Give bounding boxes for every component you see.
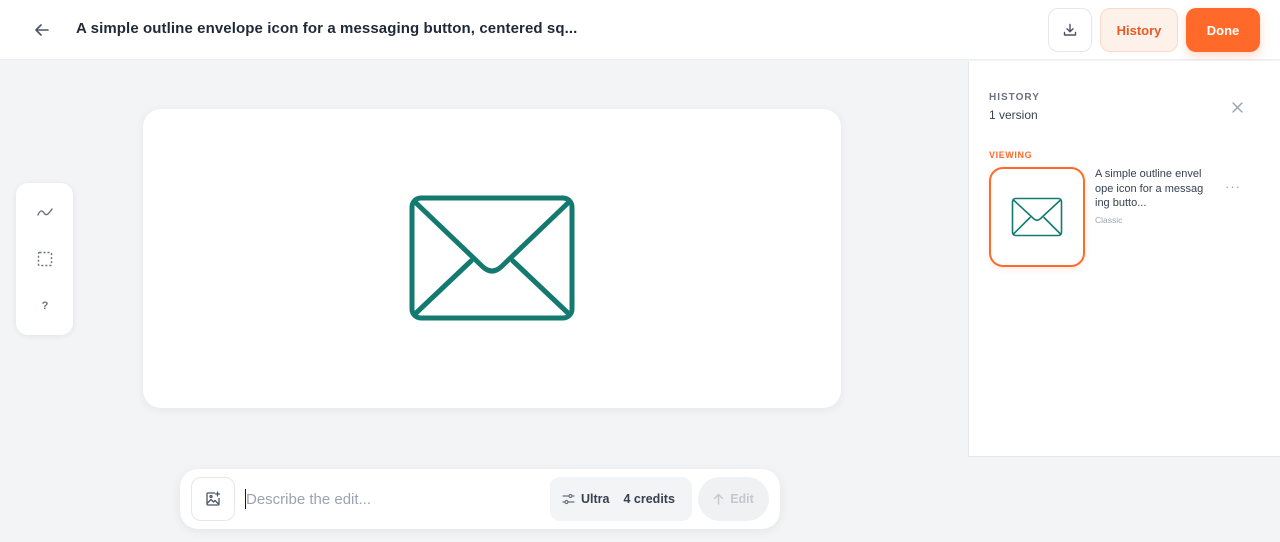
version-description: A simple outline envelope icon for a mes… xyxy=(1095,168,1204,209)
arrow-up-icon xyxy=(713,493,724,505)
model-credits: 4 credits xyxy=(623,492,675,506)
sliders-icon xyxy=(562,493,575,505)
help-tool-button[interactable]: ? xyxy=(32,293,58,319)
edit-prompt-input[interactable] xyxy=(246,485,536,513)
dashed-square-icon xyxy=(37,251,53,267)
history-heading: HISTORY xyxy=(989,92,1040,103)
page-title: A simple outline envelope icon for a mes… xyxy=(76,20,578,37)
history-version-count: 1 version xyxy=(989,108,1038,122)
more-options-icon[interactable]: ··· xyxy=(1225,179,1241,194)
edit-submit-button[interactable]: Edit xyxy=(698,477,769,521)
history-panel: HISTORY 1 version VIEWING A simple outli… xyxy=(968,61,1280,457)
download-icon xyxy=(1063,23,1077,36)
viewing-label: VIEWING xyxy=(989,150,1033,160)
history-button[interactable]: History xyxy=(1100,8,1178,52)
version-item[interactable]: A simple outline envelope icon for a mes… xyxy=(989,167,1259,267)
version-thumbnail[interactable] xyxy=(989,167,1085,267)
version-style: Classic xyxy=(1095,215,1123,225)
draw-tool-button[interactable] xyxy=(32,199,58,225)
edit-label: Edit xyxy=(730,492,754,506)
model-selector[interactable]: Ultra 4 credits xyxy=(550,477,692,521)
model-name: Ultra xyxy=(581,492,610,506)
close-icon xyxy=(1231,101,1243,113)
download-button[interactable] xyxy=(1048,8,1092,52)
select-tool-button[interactable] xyxy=(32,246,58,272)
close-history-button[interactable] xyxy=(1227,97,1247,117)
envelope-icon xyxy=(409,195,575,321)
question-icon: ? xyxy=(41,300,49,312)
back-button[interactable] xyxy=(28,16,56,44)
envelope-icon xyxy=(1011,197,1063,237)
tool-rail: ? xyxy=(16,183,73,335)
prompt-bar: Ultra 4 credits Edit xyxy=(180,469,780,529)
add-image-button[interactable] xyxy=(191,477,235,521)
squiggle-icon xyxy=(37,208,53,216)
image-canvas xyxy=(143,109,841,408)
arrow-left-icon xyxy=(35,24,49,36)
done-button[interactable]: Done xyxy=(1186,8,1260,52)
image-add-icon xyxy=(206,491,221,506)
top-bar: A simple outline envelope icon for a mes… xyxy=(0,0,1280,60)
